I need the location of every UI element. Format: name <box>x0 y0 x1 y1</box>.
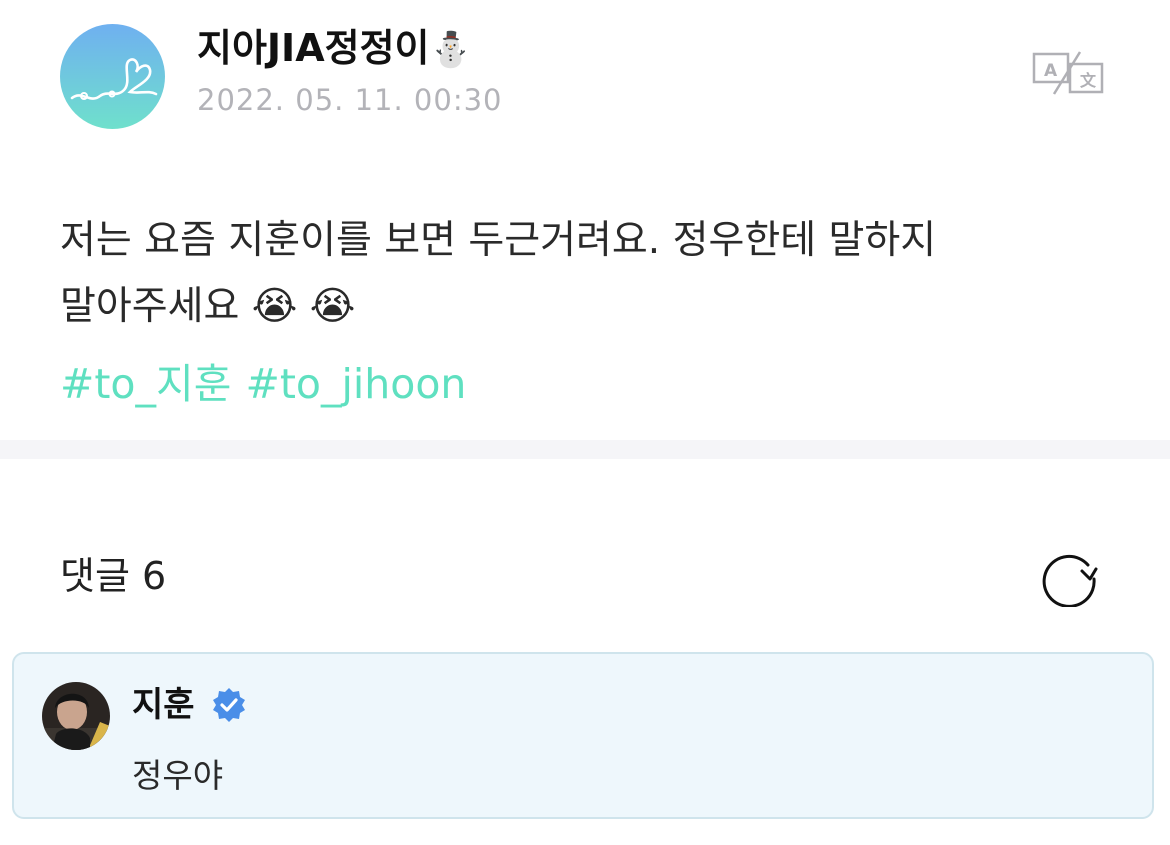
snowman-emoji: ⛄ <box>429 30 472 70</box>
author-avatar[interactable] <box>60 24 165 129</box>
translate-button[interactable]: A 文 <box>1030 48 1106 98</box>
comment-text: 정우야 <box>132 756 224 795</box>
post-date: 2022. 05. 11. 00:30 <box>197 83 503 117</box>
comment-avatar[interactable] <box>42 682 110 750</box>
verified-badge-icon <box>210 686 248 724</box>
author-name[interactable]: 지아JIA정정이⛄ <box>197 22 472 76</box>
svg-text:A: A <box>1044 61 1058 81</box>
refresh-icon <box>1042 554 1098 608</box>
hashtag-list: #to_지훈 #to_jihoon <box>60 352 480 416</box>
author-name-text: 지아JIA정정이 <box>197 26 430 70</box>
section-divider <box>0 440 1170 459</box>
svg-text:文: 文 <box>1080 71 1097 90</box>
hashtag-to-jihoon-korean[interactable]: #to_지훈 <box>60 360 231 408</box>
post-body: 저는 요즘 지훈이를 보면 두근거려요. 정우한테 말하지 말아주세요 😭 😭 <box>60 208 1120 340</box>
post-body-line-1: 저는 요즘 지훈이를 보면 두근거려요. 정우한테 말하지 <box>60 218 937 263</box>
comment-author[interactable]: 지훈 <box>132 682 195 728</box>
post-body-line-2: 말아주세요 😭 😭 <box>60 284 356 329</box>
hashtag-to-jihoon[interactable]: #to_jihoon <box>245 360 466 408</box>
comment-card[interactable]: 지훈 정우야 <box>12 652 1154 819</box>
refresh-button[interactable] <box>1038 545 1100 608</box>
post: 지아JIA정정이⛄ 2022. 05. 11. 00:30 A 文 저는 요즘 … <box>0 0 1170 440</box>
translate-icon: A 文 <box>1032 51 1104 95</box>
comments-count-title: 댓글 6 <box>60 554 167 598</box>
